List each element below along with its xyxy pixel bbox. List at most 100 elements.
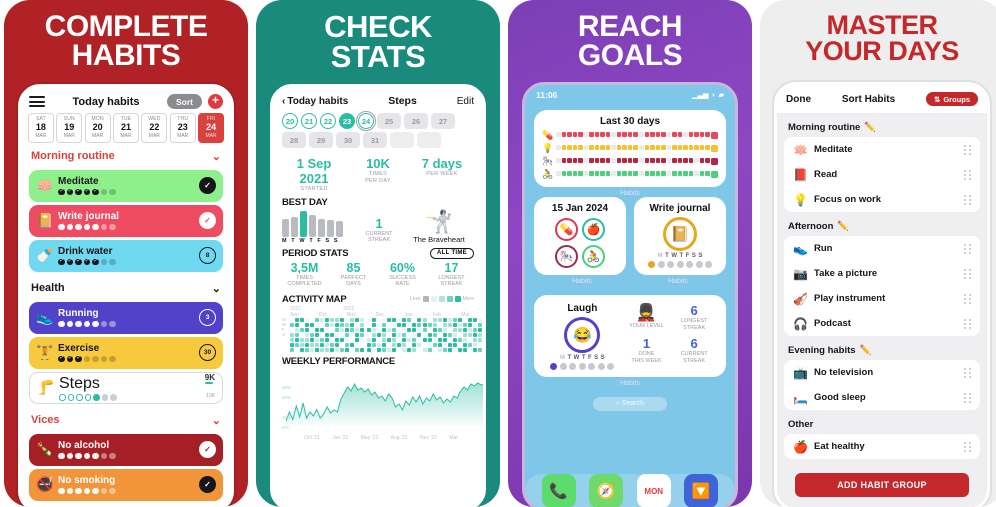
add-habit-group-button[interactable]: ADD HABIT GROUP [795, 473, 969, 497]
list-item[interactable]: 📷 Take a picture [784, 261, 980, 286]
habit-complete-button[interactable]: 3 [199, 309, 216, 326]
dock-icon-0[interactable]: 📞 [541, 474, 576, 507]
widget-last-30-days[interactable]: Last 30 days 💊 💡 🎠 🚴 [534, 110, 726, 187]
habit-row[interactable]: 🚭 No smoking ✓ [29, 468, 223, 501]
best-day-bar-3 [309, 214, 316, 237]
dock-icon-1[interactable]: 🧭 [589, 474, 624, 507]
drag-handle-icon[interactable] [964, 194, 971, 205]
date-habit-circle-2[interactable]: 🎠 [555, 245, 578, 268]
calendar-cell-10[interactable]: 30 [336, 132, 360, 148]
search-button[interactable]: ⌕ Search [593, 396, 667, 411]
edit-pencil-icon[interactable]: ✏️ [860, 345, 872, 356]
calendar-cell-4[interactable]: 24 [356, 111, 376, 131]
date-chip-2[interactable]: MON 20 MAR [84, 113, 111, 143]
current-streak-value: 1 [375, 215, 383, 231]
habit-complete-button[interactable]: ✓ [199, 441, 216, 458]
widget-date[interactable]: 15 Jan 2024 💊 🍎 🎠 🚴 [534, 197, 626, 275]
hamburger-icon[interactable] [29, 96, 45, 107]
date-chip-6[interactable]: FRI 24 MAR [198, 113, 225, 143]
drag-handle-icon[interactable] [964, 243, 971, 254]
date-chip-4[interactable]: WED 22 MAR [141, 113, 168, 143]
dock-icon-3[interactable]: 🔽 [684, 474, 719, 507]
list-item[interactable]: 🛏️ Good sleep [784, 385, 980, 410]
journal-dow-6: S [698, 253, 703, 259]
heatmap-dow-3: S [282, 331, 286, 337]
drag-handle-icon[interactable] [964, 441, 971, 452]
date-strip[interactable]: SAT 18 MAR SUN 19 MAR MON 20 MAR TUE 21 … [21, 113, 231, 143]
chevron-down-icon[interactable]: ⌄ [212, 414, 221, 427]
habit-complete-button[interactable]: ✓ [199, 177, 216, 194]
date-habit-circle-3[interactable]: 🚴 [582, 245, 605, 268]
date-habit-circle-1[interactable]: 🍎 [582, 218, 605, 241]
habit-name: Steps [59, 374, 100, 392]
screenshot-stage: COMPLETE HABITS Today habits Sort + SAT … [0, 0, 996, 507]
habit-row-steps[interactable]: 🦵 Steps 9K 10K [29, 371, 223, 404]
done-button[interactable]: Done [786, 94, 811, 105]
habit-row[interactable]: 👟 Running 3 [29, 301, 223, 334]
drag-handle-icon[interactable] [964, 367, 971, 378]
edit-pencil-icon[interactable]: ✏️ [864, 122, 876, 133]
edit-pencil-icon[interactable]: ✏️ [837, 221, 849, 232]
habit-group-header-1[interactable]: Health ⌄ [21, 275, 231, 299]
calendar-cell-8[interactable]: 28 [282, 132, 306, 148]
calendar-cell-0[interactable]: 20 [282, 113, 298, 129]
calendar-cell-3[interactable]: 23 [339, 113, 355, 129]
drag-handle-icon[interactable] [964, 144, 971, 155]
habit-group-header-0[interactable]: Morning routine ⌄ [21, 143, 231, 167]
back-button[interactable]: ‹ Today habits [282, 96, 348, 107]
groups-button[interactable]: ⇅ Groups [926, 92, 978, 106]
calendar-cell-11[interactable]: 31 [363, 132, 387, 148]
widget-laugh[interactable]: Laugh 😂 MTWTFSS 💂 YOUR LEVEL 6 LONGEST S… [534, 295, 726, 377]
habit-icon: 🍼 [36, 247, 54, 263]
drag-handle-icon[interactable] [964, 392, 971, 403]
period-stat-1: 85 PERFECT DAYS [329, 261, 378, 288]
date-chip-5[interactable]: THU 23 MAR [169, 113, 196, 143]
calendar-cell-9[interactable]: 29 [309, 132, 333, 148]
date-habit-circle-0[interactable]: 💊 [555, 218, 578, 241]
calendar-cell-5[interactable]: 25 [377, 113, 401, 129]
sort-button[interactable]: Sort [167, 94, 202, 109]
laugh-dow-2: W [573, 355, 580, 361]
list-item[interactable]: 🍎 Eat healthy [784, 434, 980, 459]
habit-complete-button[interactable]: ✓ [199, 212, 216, 229]
all-time-filter-button[interactable]: ALL TIME [430, 247, 474, 259]
date-chip-1[interactable]: SUN 19 MAR [56, 113, 83, 143]
date-chip-3[interactable]: TUE 21 MAR [113, 113, 139, 143]
dock-icon-2[interactable]: MON [636, 474, 671, 507]
list-item[interactable]: 📕 Read [784, 162, 980, 187]
list-item[interactable]: 📺 No television [784, 360, 980, 385]
drag-handle-icon[interactable] [964, 268, 971, 279]
home-dock[interactable]: 📞 🧭 MON 🔽 [525, 474, 735, 507]
habit-row[interactable]: 🪷 Meditate ✓ [29, 169, 223, 202]
habit-row[interactable]: 📔 Write journal ✓ [29, 204, 223, 237]
habit-row[interactable]: 🏋️ Exercise 30 [29, 336, 223, 369]
drag-handle-icon[interactable] [964, 293, 971, 304]
calendar-cell-1[interactable]: 21 [301, 113, 317, 129]
sort-habit-sections: Morning routine ✏️ 🪷 Meditate 📕 Read 💡 F… [777, 113, 987, 459]
chevron-down-icon[interactable]: ⌄ [212, 282, 221, 295]
habit-complete-button[interactable]: 8 [199, 247, 216, 264]
list-item[interactable]: 🎧 Podcast [784, 311, 980, 336]
chevron-down-icon[interactable]: ⌄ [212, 150, 221, 163]
calendar-grid[interactable]: 20 21 22 23 24 25 26 27 28 29 30 31 [273, 111, 483, 148]
edit-button[interactable]: Edit [457, 96, 474, 107]
list-item[interactable]: 💡 Focus on work [784, 187, 980, 212]
calendar-cell-6[interactable]: 26 [404, 113, 428, 129]
drag-handle-icon[interactable] [964, 318, 971, 329]
list-item[interactable]: 🪷 Meditate [784, 137, 980, 162]
calendar-cell-13[interactable] [417, 132, 441, 148]
date-chip-0[interactable]: SAT 18 MAR [28, 113, 54, 143]
add-habit-button[interactable]: + [208, 94, 223, 109]
calendar-cell-7[interactable]: 27 [431, 113, 455, 129]
calendar-cell-2[interactable]: 22 [320, 113, 336, 129]
habit-complete-button[interactable]: 30 [199, 344, 216, 361]
widget-write-journal[interactable]: Write journal 📔 MTWTFSS [634, 197, 726, 275]
habit-group-header-2[interactable]: Vices ⌄ [21, 407, 231, 431]
habit-row[interactable]: 🍾 No alcohol ✓ [29, 433, 223, 466]
habit-complete-button[interactable]: ✓ [199, 476, 216, 493]
calendar-cell-12[interactable] [390, 132, 414, 148]
list-item[interactable]: 🎻 Play instrument [784, 286, 980, 311]
list-item[interactable]: 👟 Run [784, 236, 980, 261]
drag-handle-icon[interactable] [964, 169, 971, 180]
habit-row[interactable]: 🍼 Drink water 8 [29, 239, 223, 272]
